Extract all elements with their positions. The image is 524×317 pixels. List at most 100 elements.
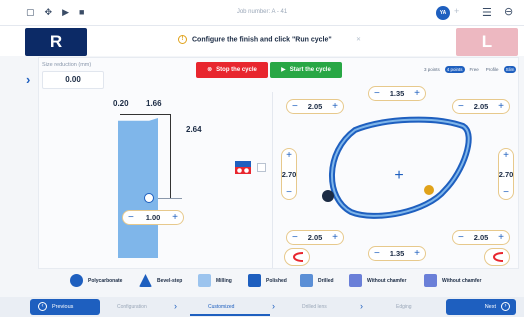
chevron-right-icon[interactable]: › <box>26 72 30 87</box>
milling-icon <box>198 274 211 287</box>
minus-icon[interactable]: − <box>128 212 134 223</box>
previous-button[interactable]: ‹ Previous <box>30 299 100 315</box>
tool-drilled[interactable]: Drilled <box>300 274 334 287</box>
minus-icon[interactable]: − <box>374 248 380 259</box>
drill-point[interactable] <box>424 185 434 195</box>
bottom-stepper[interactable]: − 1.35 + <box>368 246 426 261</box>
upper-right-stepper[interactable]: − 2.05 + <box>452 99 510 114</box>
right-eye-tile[interactable]: R <box>25 28 87 56</box>
tool-without-chamfer[interactable]: Without chamfer <box>349 274 406 287</box>
stop-cycle-button[interactable]: ⊗ Stop the cycle <box>196 62 268 78</box>
dim-height: 2.64 <box>186 125 202 134</box>
info-icon: ! <box>178 35 187 44</box>
add-icon[interactable]: + <box>454 6 459 16</box>
checkbox[interactable] <box>257 163 266 172</box>
start-cycle-label: Start the cycle <box>289 67 331 73</box>
tool-polished[interactable]: Polished <box>248 274 287 287</box>
step-customized[interactable]: Customized <box>208 304 234 310</box>
tool-without-chamfer[interactable]: Without chamfer <box>424 274 481 287</box>
minus-icon[interactable]: − <box>292 232 298 243</box>
plus-icon[interactable]: + <box>172 212 178 223</box>
avatar[interactable]: YA <box>436 6 450 20</box>
tool-polycarbonate[interactable]: Polycarbonate <box>70 274 122 287</box>
tool-label: Milling <box>216 277 232 284</box>
lower-left-value: 2.05 <box>307 233 323 242</box>
bevel-handle[interactable] <box>144 193 154 203</box>
top-value: 1.35 <box>389 89 405 98</box>
tool-label: Without chamfer <box>442 277 482 284</box>
step-configuration[interactable]: Configuration <box>117 304 147 310</box>
plus-icon[interactable]: + <box>498 101 504 112</box>
plus-icon[interactable]: + <box>498 232 504 243</box>
tool-label: Polished <box>266 277 287 284</box>
glasses-icon[interactable] <box>234 158 252 176</box>
pc-icon <box>70 274 83 287</box>
minus-icon[interactable]: − <box>503 187 509 198</box>
tools-row: Polycarbonate Bevel-step Milling Polishe… <box>0 274 524 292</box>
corner-right-control[interactable] <box>484 248 510 266</box>
tool-label: Polycarbonate <box>88 277 123 284</box>
arrow-left-icon: ‹ <box>38 302 47 312</box>
side-right-value: 2.70 <box>498 169 514 179</box>
minus-icon[interactable]: − <box>286 187 292 198</box>
bevel-value: 1.00 <box>145 213 161 222</box>
plus-icon[interactable]: + <box>414 248 420 259</box>
corner-left-control[interactable] <box>284 248 310 266</box>
lower-right-stepper[interactable]: − 2.05 + <box>452 230 510 245</box>
next-button[interactable]: Next › <box>446 299 516 315</box>
start-cycle-button[interactable]: ▶ Start the cycle <box>270 62 342 78</box>
view-option[interactable]: 4 points <box>444 66 465 73</box>
lower-right-value: 2.05 <box>473 233 489 242</box>
dim-top-left: 0.20 <box>113 99 129 108</box>
next-label: Next <box>484 304 496 310</box>
plus-icon[interactable]: + <box>286 150 292 161</box>
tool-milling[interactable]: Milling <box>198 274 232 287</box>
plus-icon[interactable]: + <box>332 232 338 243</box>
size-reduction-input[interactable]: 0.00 <box>42 71 104 89</box>
close-circle-icon[interactable]: ⊖ <box>504 5 513 18</box>
lens-profile <box>118 118 158 258</box>
instruction: ! Configure the finish and click "Run cyc… <box>178 35 332 44</box>
upper-left-value: 2.05 <box>307 102 323 111</box>
view-option[interactable]: Profile <box>484 66 501 73</box>
lens-shape[interactable]: + <box>315 112 475 232</box>
side-left-stepper[interactable]: + 2.70 − <box>281 148 297 200</box>
plus-icon[interactable]: + <box>332 101 338 112</box>
step-drilled-lens[interactable]: Drilled lens <box>302 304 327 310</box>
plus-icon[interactable]: + <box>414 88 420 99</box>
drill-icon <box>300 274 313 287</box>
start-point[interactable] <box>322 190 334 202</box>
active-step-indicator <box>190 314 270 316</box>
minus-icon[interactable]: − <box>292 101 298 112</box>
panel-divider <box>272 92 273 268</box>
center-plus-icon[interactable]: + <box>394 167 403 184</box>
left-eye-tile[interactable]: L <box>456 28 518 56</box>
tool-bevel-step[interactable]: Bevel-step <box>139 274 182 287</box>
view-option[interactable]: Slim <box>503 66 517 73</box>
size-reduction-label: Size reduction (mm) <box>42 62 92 68</box>
view-option[interactable]: Free <box>468 66 481 73</box>
bevel-stepper[interactable]: − 1.00 + <box>122 210 184 225</box>
menu-icon[interactable]: ☰ <box>482 6 492 19</box>
minus-icon[interactable]: − <box>458 232 464 243</box>
side-left-value: 2.70 <box>281 169 297 179</box>
tool-label: Drilled <box>318 277 334 284</box>
upper-right-value: 2.05 <box>473 102 489 111</box>
dismiss-instruction-icon[interactable]: ✕ <box>356 36 361 43</box>
tool-label: Bevel-step <box>157 277 183 284</box>
side-right-stepper[interactable]: + 2.70 − <box>498 148 514 200</box>
tool-label: Without chamfer <box>367 277 407 284</box>
corner-curve-icon <box>293 252 304 262</box>
plus-icon[interactable]: + <box>503 150 509 161</box>
upper-left-stepper[interactable]: − 2.05 + <box>286 99 344 114</box>
previous-label: Previous <box>52 304 74 310</box>
view-option[interactable]: 3 points <box>422 66 442 73</box>
minus-icon[interactable]: − <box>458 101 464 112</box>
minus-icon[interactable]: − <box>374 88 380 99</box>
play-icon: ▶ <box>281 67 286 73</box>
chevron-right-icon: › <box>272 301 275 311</box>
step-edging[interactable]: Edging <box>396 304 412 310</box>
dim-top-right: 1.66 <box>146 99 162 108</box>
top-stepper[interactable]: − 1.35 + <box>368 86 426 101</box>
lower-left-stepper[interactable]: − 2.05 + <box>286 230 344 245</box>
